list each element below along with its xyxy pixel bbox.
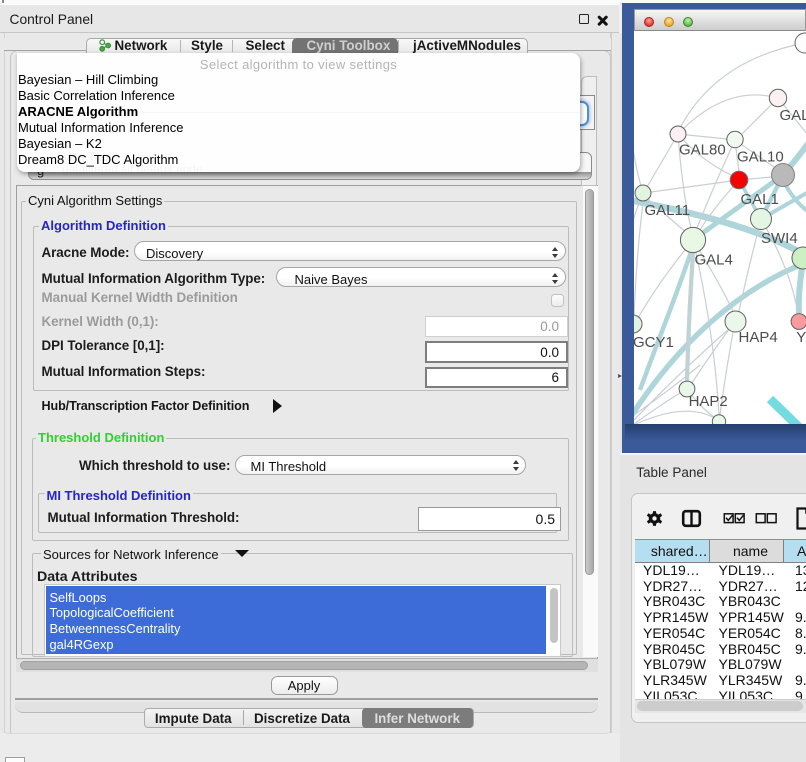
svg-text:GAL1: GAL1 (741, 191, 779, 208)
svg-text:HAP2: HAP2 (689, 393, 728, 410)
svg-text:HAP4: HAP4 (739, 329, 778, 346)
svg-text:GAL80: GAL80 (679, 142, 726, 159)
svg-text:GAL10: GAL10 (737, 149, 784, 166)
svg-text:SWI4: SWI4 (761, 230, 798, 247)
svg-text:GCY1: GCY1 (634, 334, 674, 351)
svg-text:GAL: GAL (780, 107, 806, 124)
svg-text:Y: Y (796, 329, 806, 346)
svg-text:GAL4: GAL4 (695, 252, 733, 269)
svg-text:GAL11: GAL11 (645, 202, 691, 219)
